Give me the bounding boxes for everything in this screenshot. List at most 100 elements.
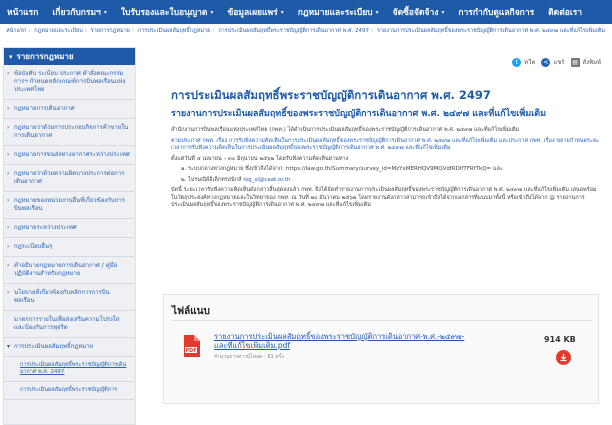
nav-procurement-label: จัดซื้อจัดจ้าง	[392, 8, 439, 18]
breadcrumb: หน้าแรก › กฎหมายและระเบียบ › รายการกฎหมาย ›…	[6, 27, 606, 35]
chevron-down-icon: ▾	[9, 52, 13, 61]
download-icon	[560, 354, 567, 362]
chevron-right-icon: ›	[7, 289, 10, 296]
breadcrumb-law-evaluation[interactable]: การประเมินผลสัมฤทธิ์กฎหมาย	[138, 28, 211, 34]
breadcrumb-separator: ›	[131, 28, 135, 34]
paragraph-period: ตั้งแต่วันที่ ๔ เมษายน – ๓๐ มิถุนายน ๒๕๖…	[171, 155, 349, 162]
paragraph-email: ๒. ไปรษณีย์อิเล็กทรอนิกส์ log_sl@caat.or…	[171, 177, 601, 185]
nav-licenses-label: ใบรับรองและใบอนุญาต	[120, 8, 208, 18]
download-button[interactable]	[556, 350, 571, 365]
sidebar-subitem-label: การประเมินผลสัมฤทธิ์พระราชบัญญัติการเดิน…	[20, 362, 127, 375]
share-label: แชร์	[553, 59, 565, 66]
nav-publications[interactable]: ข้อมูลเผยแพร่ ▾	[220, 0, 290, 24]
main-content: t ทวีต < แชร์ ▤ สั่งพิมพ์ การประเมินผลสั…	[141, 47, 607, 425]
email-link[interactable]: log_sl@caat.or.th	[243, 177, 290, 183]
printer-icon: ▤	[570, 57, 580, 67]
nav-governance-label: การกำกับดูแลกิจการ	[458, 8, 535, 18]
chevron-right-icon: ›	[7, 243, 10, 250]
announcement-link[interactable]: ตามประกาศ กพท. เรื่อง การรับฟังความคิดเห…	[171, 138, 599, 152]
chevron-down-icon: ▾	[280, 8, 284, 16]
twitter-icon: t	[512, 57, 522, 67]
breadcrumb-separator: ›	[371, 28, 374, 34]
sidebar-item-offences-law[interactable]: › กฎหมายว่าด้วยความผิดบางประการต่อการเดิน…	[4, 165, 135, 192]
sidebar-header[interactable]: ▾ รายการกฎหมาย	[4, 48, 135, 65]
article-body: สำนักงานการบินพลเรือนแห่งประเทศไทย (กพท.…	[171, 127, 601, 213]
sidebar-subitem-label: การประเมินผลสัมฤทธิ์พระราชบัญญัติการ	[20, 387, 118, 393]
nav-home[interactable]: หน้าแรก	[0, 0, 45, 24]
nav-home-label: หน้าแรก	[7, 8, 39, 18]
sidebar-item-law-evaluation[interactable]: ▾ การประเมินผลสัมฤทธิ์กฎหมาย	[4, 338, 135, 357]
sidebar-subitem-next[interactable]: การประเมินผลสัมฤทธิ์พระราชบัญญัติการ	[4, 382, 135, 400]
attachment-file-link[interactable]: รายงานการประเมินผลสัมฤทธิ์ของพระราชบัญญั…	[214, 332, 474, 350]
chevron-right-icon: ›	[7, 151, 10, 158]
sidebar-item-law-explanation[interactable]: › คำอธิบายกฎหมายการเดินอากาศ / คู่มือปฏิบ…	[4, 257, 135, 284]
sidebar-subitem-aviation-act[interactable]: การประเมินผลสัมฤทธิ์พระราชบัญญัติการเดิน…	[4, 357, 135, 382]
sidebar-item-label: คำอธิบายกฎหมายการเดินอากาศ / คู่มือปฏิบั…	[14, 262, 118, 277]
nav-procurement[interactable]: จัดซื้อจัดจ้าง ▾	[386, 0, 452, 24]
nav-contact-label: ติดต่อเรา	[548, 8, 583, 18]
sidebar-item-label: กฎระเบียบอื่นๆ	[14, 243, 53, 250]
attachments-heading: ไฟล์แนบ	[172, 306, 210, 317]
chevron-right-icon: ›	[7, 105, 10, 112]
chevron-down-icon: ▾	[7, 343, 11, 350]
nav-publications-label: ข้อมูลเผยแพร่	[227, 8, 278, 18]
attachments-panel: ไฟล์แนบ PDF รายงานการประเมินผลสัมฤทธิ์ขอ…	[163, 294, 599, 404]
share-button[interactable]: < แชร์	[541, 57, 565, 67]
sidebar-item-label: กฎหมายการขนส่งทางอากาศระหว่างประเทศ	[14, 151, 130, 158]
chevron-right-icon: ›	[7, 262, 10, 269]
pdf-file-icon: PDF	[184, 335, 200, 357]
nav-contact[interactable]: ติดต่อเรา	[541, 0, 589, 24]
share-icon: <	[541, 57, 551, 67]
divider	[172, 320, 592, 321]
page-title: การประเมินผลสัมฤทธิ์พระราชบัญญัติการเดิน…	[171, 88, 491, 102]
print-label: สั่งพิมพ์	[582, 59, 601, 66]
breadcrumb-laws[interactable]: กฎหมายและระเบียบ	[34, 28, 82, 34]
download-count: จำนวนการดาวน์โหลด : 81 ครั้ง	[214, 354, 284, 360]
sidebar-item-label: กฎหมายว่าด้วยการประกอบกิจการค้าขายในการเ…	[14, 124, 129, 139]
breadcrumb-aviation-act[interactable]: การประเมินผลสัมฤทธิ์พระราชบัญญัติการเดิน…	[218, 28, 369, 34]
sidebar-item-commerce-law[interactable]: › กฎหมายว่าด้วยการประกอบกิจการค้าขายในการ…	[4, 119, 135, 146]
sidebar-item-international-law[interactable]: › กฎหมายระหว่างประเทศ	[4, 219, 135, 238]
nav-licenses[interactable]: ใบรับรองและใบอนุญาต ▾	[114, 0, 221, 24]
chevron-down-icon: ▾	[103, 8, 107, 16]
sidebar-item-air-navigation-law[interactable]: › กฎหมายการเดินอากาศ	[4, 100, 135, 119]
sidebar-item-regulations[interactable]: › ข้อบังคับ ระเบียบ ประกาศ คำสั่งคณะกรรมก…	[4, 65, 135, 100]
sidebar: ▾ รายการกฎหมาย › ข้อบังคับ ระเบียบ ประกาศ…	[3, 47, 136, 425]
paragraph-announcement: ตามประกาศ กพท. เรื่อง การรับฟังความคิดเห…	[171, 138, 601, 153]
breadcrumb-separator: ›	[84, 28, 87, 34]
nav-about[interactable]: เกี่ยวกับกรมฯ ▾	[45, 0, 113, 24]
breadcrumb-law-list[interactable]: รายการกฎหมาย	[91, 28, 130, 34]
paragraph-law-portal: ๑. ระบบกลางทางกฎหมาย ซึ่งเข้าถึงได้จาก: …	[181, 166, 503, 172]
email-prefix: ๒. ไปรษณีย์อิเล็กทรอนิกส์	[181, 176, 242, 183]
chevron-right-icon: ›	[7, 70, 10, 77]
sidebar-item-label: มาตรการรายในเพื่อส่งเสริมความโปร่งใสและป…	[14, 316, 120, 331]
share-toolbar: t ทวีต < แชร์ ▤ สั่งพิมพ์	[512, 57, 601, 67]
page-subtitle: รายงานการประเมินผลสัมฤทธิ์ของพระราชบัญญั…	[171, 109, 547, 119]
sidebar-item-transparency[interactable]: มาตรการรายในเพื่อส่งเสริมความโปร่งใสและป…	[4, 311, 135, 338]
chevron-right-icon: ›	[7, 197, 10, 204]
sidebar-header-label: รายการกฎหมาย	[16, 52, 74, 61]
nav-laws[interactable]: กฎหมายและระเบียบ ▾	[291, 0, 386, 24]
sidebar-item-label: ข้อบังคับ ระเบียบ ประกาศ คำสั่งคณะกรรมกา…	[14, 70, 126, 93]
nav-governance[interactable]: การกำกับดูแลกิจการ	[451, 0, 541, 24]
paragraph-intro: สำนักงานการบินพลเรือนแห่งประเทศไทย (กพท.…	[171, 127, 520, 133]
sidebar-item-policies[interactable]: › นโยบายที่เกี่ยวข้องกับหลักการการบินพลเร…	[4, 284, 135, 311]
chevron-down-icon: ▾	[210, 8, 214, 16]
sidebar-item-international-carriage[interactable]: › กฎหมายการขนส่งทางอากาศระหว่างประเทศ	[4, 146, 135, 165]
chevron-down-icon: ▾	[375, 8, 379, 16]
sidebar-item-label: กฎหมายการเดินอากาศ	[14, 105, 75, 112]
breadcrumb-home[interactable]: หน้าแรก	[6, 28, 26, 34]
chevron-right-icon: ›	[7, 124, 10, 131]
top-navigation-bar: หน้าแรก เกี่ยวกับกรมฯ ▾ ใบรับรองและใบอนุญ…	[0, 0, 612, 24]
sidebar-item-label: กฎหมายระหว่างประเทศ	[14, 224, 77, 231]
sidebar-item-label: นโยบายที่เกี่ยวข้องกับหลักการการบินพลเรื…	[14, 289, 110, 304]
tweet-button[interactable]: t ทวีต	[512, 57, 535, 67]
breadcrumb-separator: ›	[212, 28, 215, 34]
sidebar-item-other-rules[interactable]: › กฎระเบียบอื่นๆ	[4, 238, 135, 257]
sidebar-item-other-agencies[interactable]: › กฎหมายของหน่วยงานอื่นที่เกี่ยวข้องกับกา…	[4, 192, 135, 219]
file-size: 914 KB	[544, 335, 576, 344]
paragraph-report: บัดนี้ ระยะเวลารับฟังความคิดเห็นดังกล่าว…	[171, 187, 597, 208]
print-button[interactable]: ▤ สั่งพิมพ์	[570, 57, 601, 67]
sidebar-item-label: กฎหมายว่าด้วยความผิดบางประการต่อการเดินอ…	[14, 170, 125, 185]
tweet-label: ทวีต	[524, 59, 536, 66]
